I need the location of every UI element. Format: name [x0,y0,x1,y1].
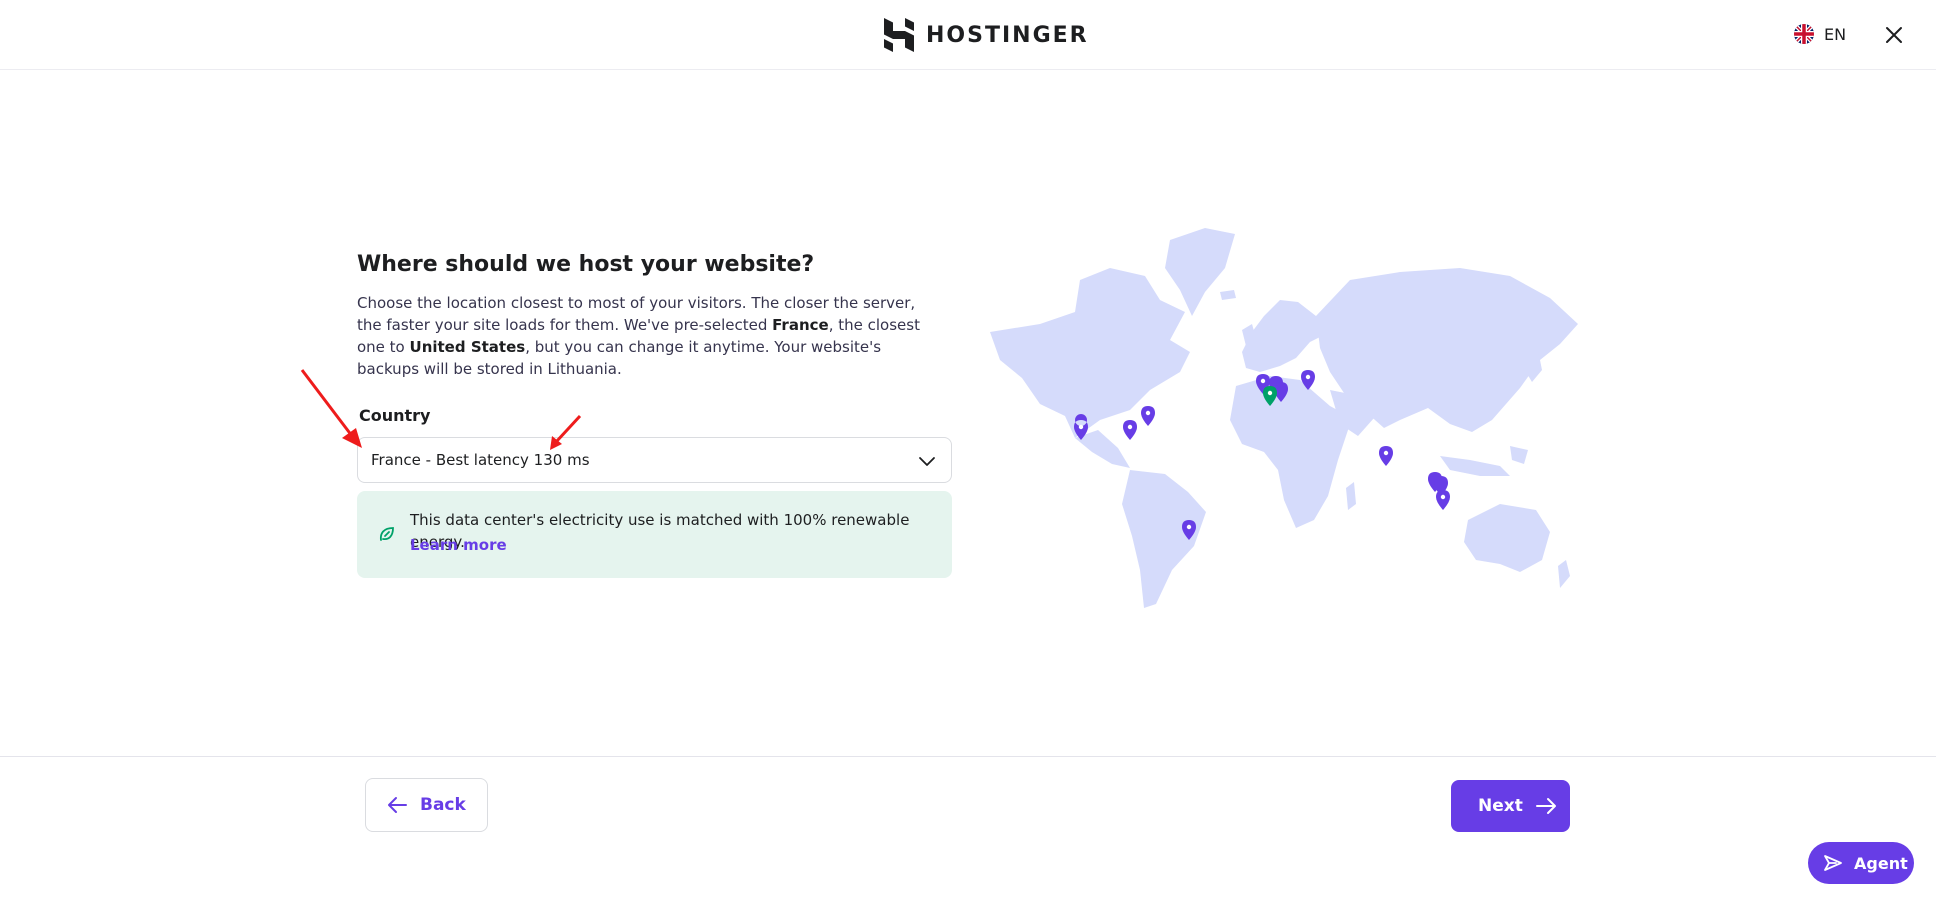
back-button-label: Back [420,795,466,815]
uk-flag-icon [1794,24,1814,44]
description-bold-country: France [772,316,829,334]
arrow-right-icon [1535,798,1556,814]
description-bold-visitor-country: United States [409,338,526,356]
arrow-left-icon [388,797,407,813]
page-description: Choose the location closest to most of y… [357,292,937,380]
pin-icon [1379,446,1393,466]
chevron-down-icon [919,457,935,466]
back-button[interactable]: Back [365,778,488,832]
agent-spark-icon [1824,855,1842,871]
pin-icon [1436,490,1450,510]
close-icon[interactable] [1882,23,1906,47]
learn-more-link[interactable]: Learn more [410,536,507,554]
footer-divider [0,756,1936,757]
country-select[interactable]: France - Best latency 130 ms [357,437,952,483]
world-map [990,228,1578,608]
language-label: EN [1824,24,1847,44]
language-selector[interactable]: EN [1794,24,1846,44]
brand-name: HOSTINGER [926,22,1089,48]
country-label: Country [359,406,431,425]
agent-button-label: Agent [1854,853,1908,873]
pin-icon [1141,406,1155,426]
agent-button[interactable]: Agent [1808,842,1914,884]
pin-icon [1123,420,1137,440]
leaf-icon [379,527,394,541]
next-button[interactable]: Next [1451,780,1570,832]
renewable-energy-info: This data center's electricity use is ma… [357,491,952,578]
next-button-label: Next [1478,796,1523,816]
hostinger-logo-mark [884,18,914,52]
hostinger-logo: HOSTINGER [884,18,1089,52]
country-select-value: France - Best latency 130 ms [371,451,590,469]
page-title: Where should we host your website? [357,252,815,277]
top-bar: HOSTINGER EN [0,0,1936,70]
